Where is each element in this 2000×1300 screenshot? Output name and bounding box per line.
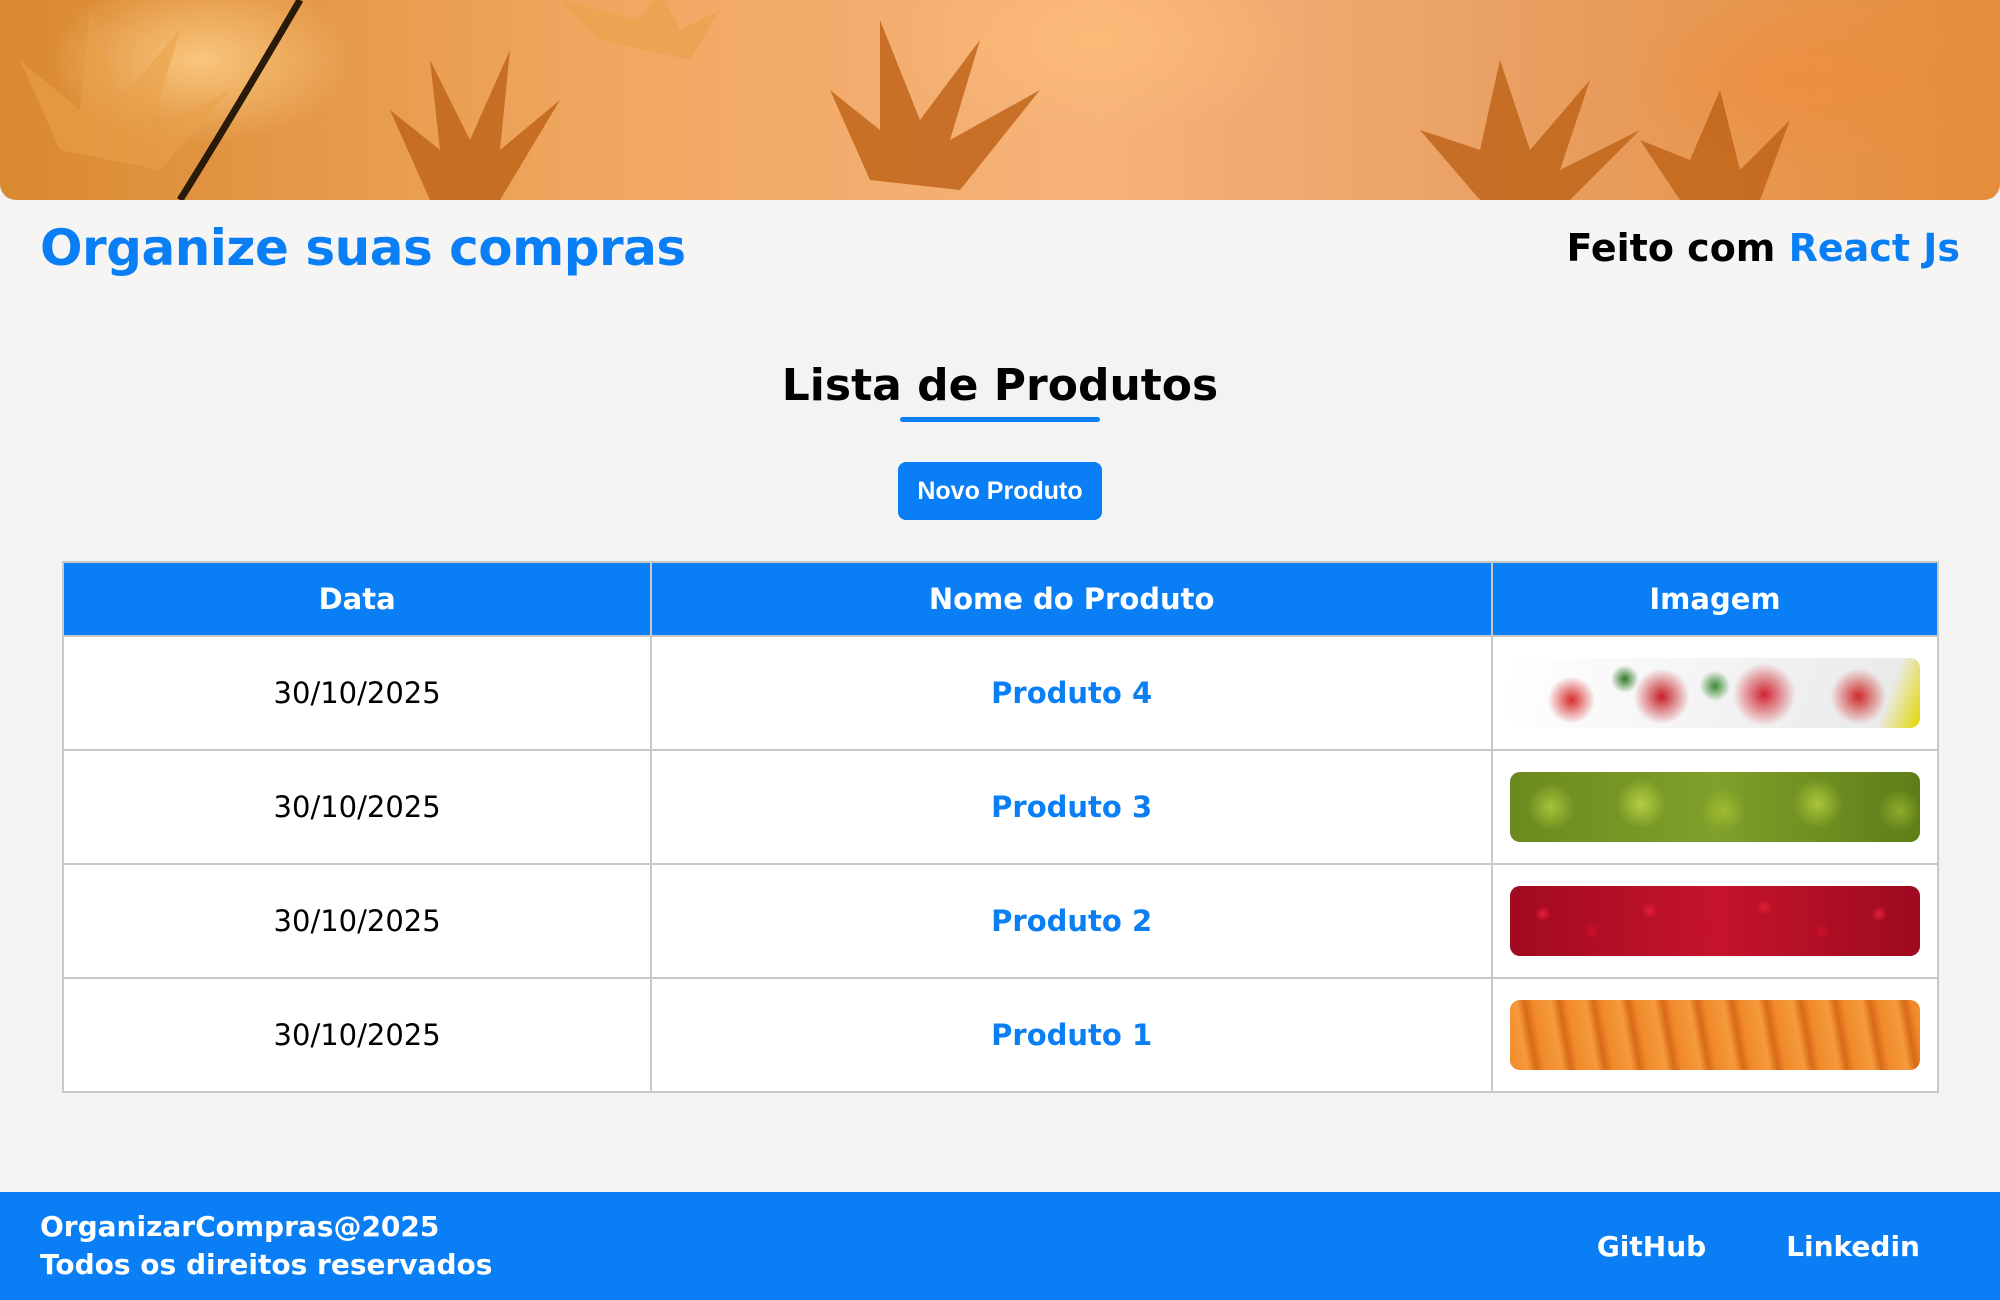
made-with-label: Feito com React Js bbox=[1566, 226, 1960, 270]
site-header: Organize suas compras Feito com React Js bbox=[0, 200, 2000, 296]
linkedin-link[interactable]: Linkedin bbox=[1786, 1230, 1920, 1263]
github-link[interactable]: GitHub bbox=[1597, 1230, 1706, 1263]
carrots-image bbox=[1510, 1000, 1921, 1070]
column-header-date: Data bbox=[61, 561, 653, 637]
footer-brand: OrganizarCompras@2025 bbox=[40, 1210, 440, 1243]
row-product-name[interactable]: Produto 4 bbox=[650, 635, 1494, 751]
row-date: 30/10/2025 bbox=[61, 749, 653, 865]
column-header-image: Imagem bbox=[1491, 561, 1939, 637]
column-header-name: Nome do Produto bbox=[650, 561, 1494, 637]
row-date: 30/10/2025 bbox=[61, 635, 653, 751]
row-image-cell bbox=[1491, 749, 1939, 865]
footer-links: GitHub Linkedin bbox=[1597, 1230, 1920, 1263]
row-image-cell bbox=[1491, 977, 1939, 1093]
site-footer: OrganizarCompras@2025 Todos os direitos … bbox=[0, 1192, 2000, 1300]
row-product-name[interactable]: Produto 2 bbox=[650, 863, 1494, 979]
made-with-prefix: Feito com bbox=[1566, 226, 1776, 270]
footer-copyright: OrganizarCompras@2025 Todos os direitos … bbox=[40, 1208, 492, 1284]
row-date: 30/10/2025 bbox=[61, 863, 653, 979]
products-table: Data Nome do Produto Imagem 30/10/2025 P… bbox=[61, 561, 1939, 1093]
row-product-name[interactable]: Produto 3 bbox=[650, 749, 1494, 865]
strawberries-image bbox=[1510, 658, 1921, 728]
pears-image bbox=[1510, 772, 1921, 842]
made-with-tech: React Js bbox=[1788, 226, 1960, 270]
footer-rights: Todos os direitos reservados bbox=[40, 1248, 493, 1281]
title-underline bbox=[900, 417, 1100, 422]
cherries-image bbox=[1510, 886, 1921, 956]
page-title: Lista de Produtos bbox=[781, 360, 1219, 411]
table-row: 30/10/2025 Produto 4 bbox=[61, 635, 1939, 751]
header-banner-image bbox=[0, 0, 2000, 200]
table-row: 30/10/2025 Produto 1 bbox=[61, 977, 1939, 1093]
row-image-cell bbox=[1491, 635, 1939, 751]
row-product-name[interactable]: Produto 1 bbox=[650, 977, 1494, 1093]
table-row: 30/10/2025 Produto 2 bbox=[61, 863, 1939, 979]
table-row: 30/10/2025 Produto 3 bbox=[61, 749, 1939, 865]
row-date: 30/10/2025 bbox=[61, 977, 653, 1093]
table-header-row: Data Nome do Produto Imagem bbox=[61, 561, 1939, 637]
row-image-cell bbox=[1491, 863, 1939, 979]
site-title: Organize suas compras bbox=[40, 219, 686, 277]
new-product-button[interactable]: Novo Produto bbox=[898, 462, 1102, 520]
